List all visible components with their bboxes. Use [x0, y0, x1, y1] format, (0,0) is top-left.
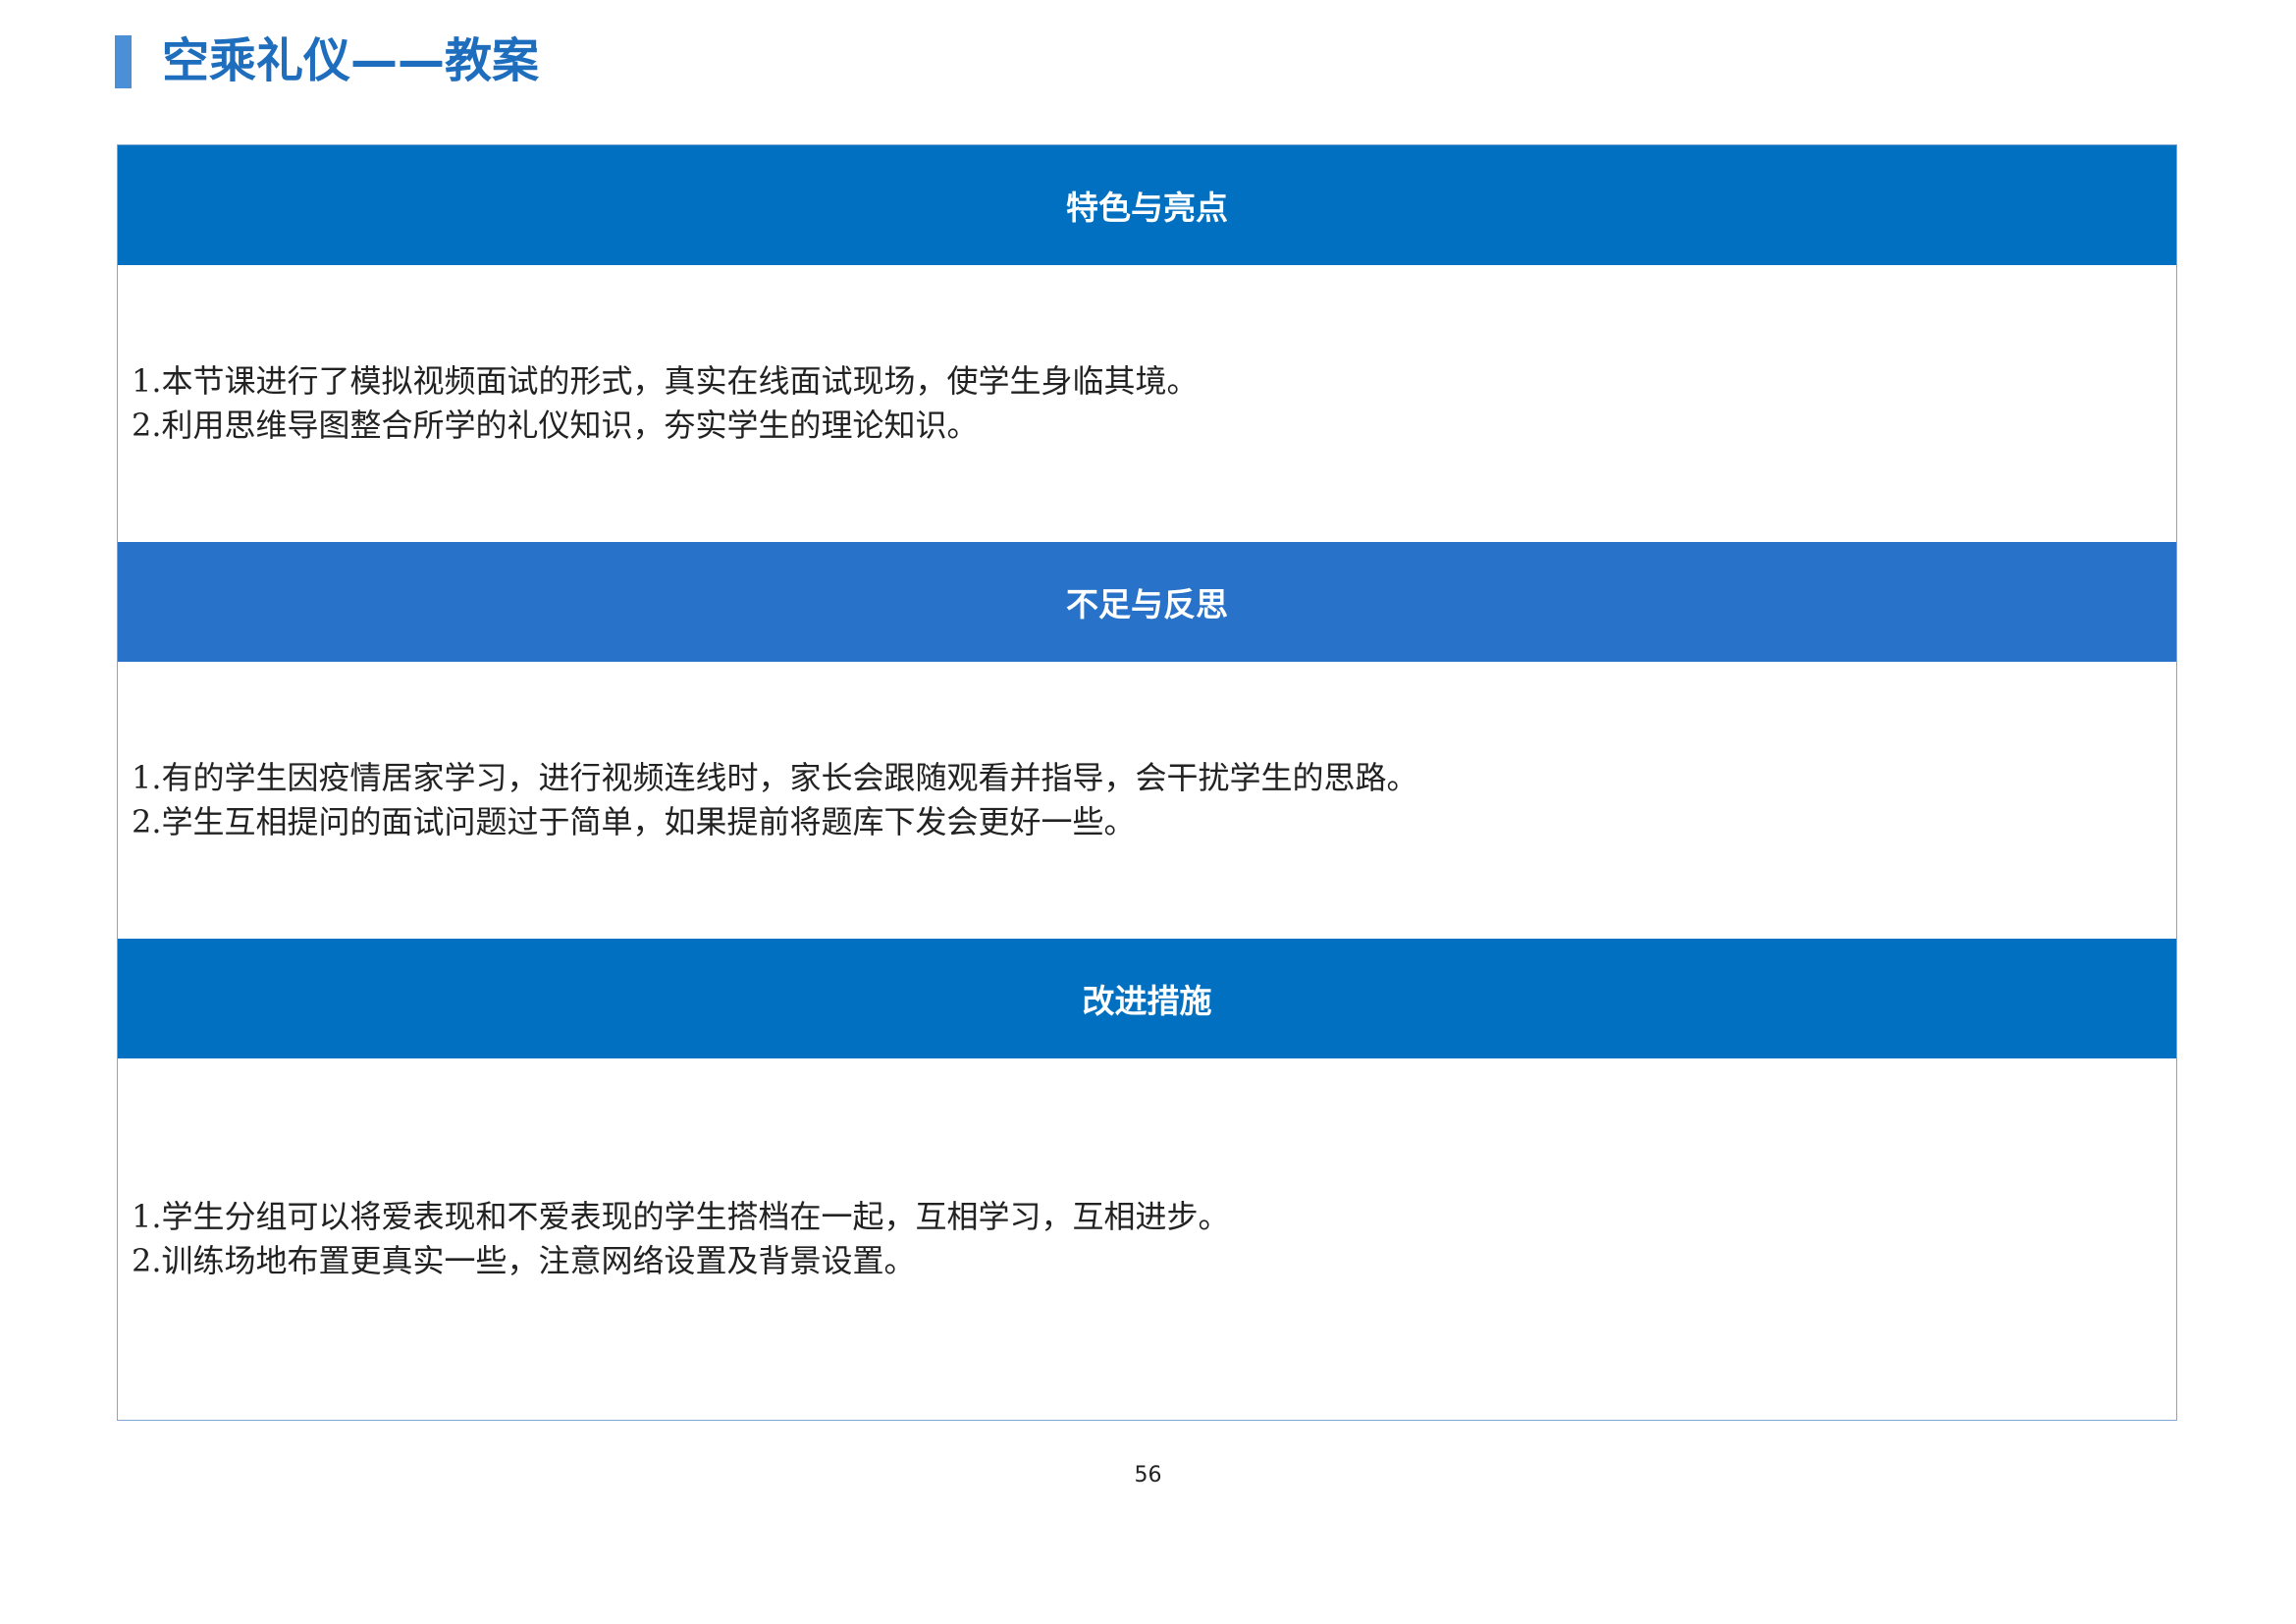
section-heading: 特色与亮点: [1066, 189, 1228, 227]
list-item: 1.学生分组可以将爱表现和不爱表现的学生搭档在一起，互相学习，互相进步。: [132, 1198, 1230, 1235]
section-body-highlights: 1.本节课进行了模拟视频面试的形式，真实在线面试现场，使学生身临其境。 2.利用…: [118, 265, 2176, 542]
section-heading: 不足与反思: [1066, 585, 1228, 623]
section-header-improvements: 改进措施: [118, 939, 2176, 1058]
section-body-shortcomings: 1.有的学生因疫情居家学习，进行视频连线时，家长会跟随观看并指导，会干扰学生的思…: [118, 662, 2176, 939]
list-item: 1.有的学生因疫情居家学习，进行视频连线时，家长会跟随观看并指导，会干扰学生的思…: [132, 759, 1418, 796]
list-item: 2.学生互相提问的面试问题过于简单，如果提前将题库下发会更好一些。: [132, 803, 1136, 840]
list-item: 2.利用思维导图整合所学的礼仪知识，夯实学生的理论知识。: [132, 406, 979, 444]
section-header-shortcomings: 不足与反思: [118, 542, 2176, 662]
title-accent-bar: [115, 35, 132, 88]
section-body-improvements: 1.学生分组可以将爱表现和不爱表现的学生搭档在一起，互相学习，互相进步。 2.训…: [118, 1058, 2176, 1420]
page-title: 空乘礼仪——教案: [162, 33, 540, 88]
section-header-highlights: 特色与亮点: [118, 145, 2176, 265]
lesson-reflection-table: 特色与亮点 1.本节课进行了模拟视频面试的形式，真实在线面试现场，使学生身临其境…: [117, 144, 2177, 1421]
section-heading: 改进措施: [1082, 982, 1212, 1020]
list-item: 2.训练场地布置更真实一些，注意网络设置及背景设置。: [132, 1242, 916, 1279]
page-number: 56: [1134, 1463, 1162, 1488]
list-item: 1.本节课进行了模拟视频面试的形式，真实在线面试现场，使学生身临其境。: [132, 362, 1199, 400]
